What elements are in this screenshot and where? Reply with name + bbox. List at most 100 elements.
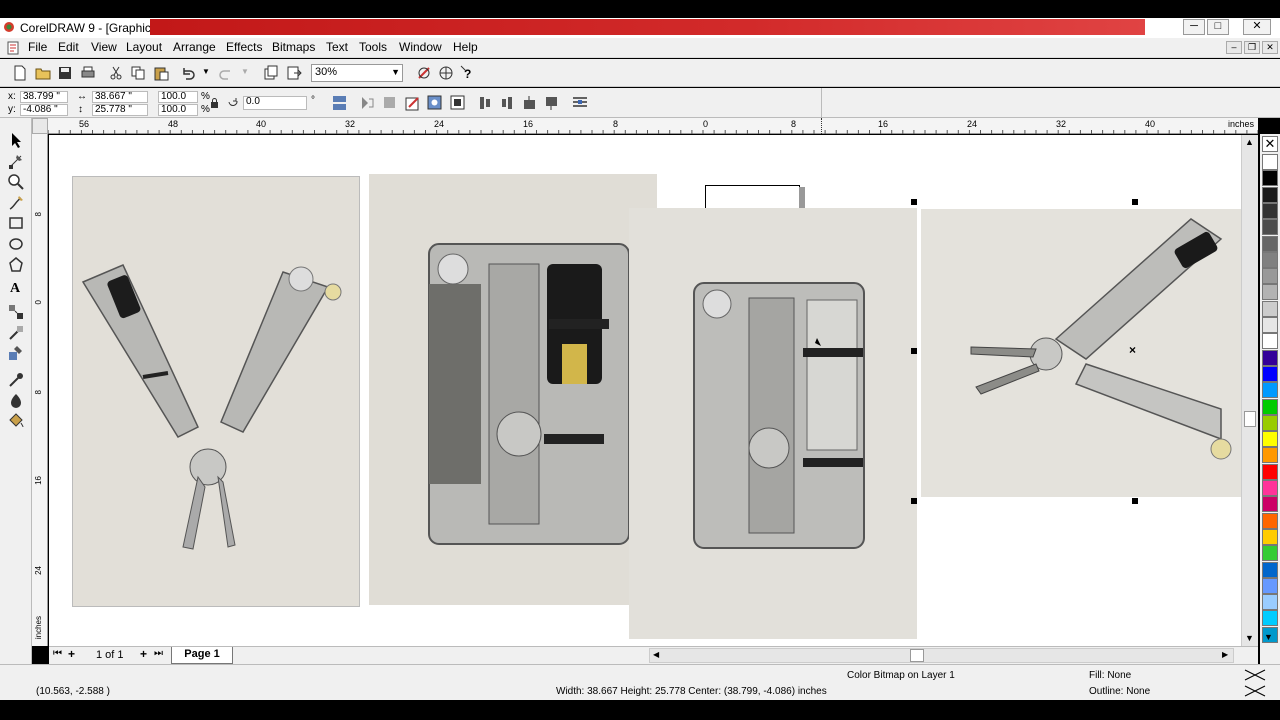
menu-text[interactable]: Text [326,40,348,54]
drawing-canvas[interactable]: × [49,135,1241,646]
polygon-tool-icon[interactable] [7,256,25,274]
zoom-tool-icon[interactable] [7,173,25,191]
color-swatch[interactable] [1262,496,1278,513]
close-button[interactable]: ✕ [1243,19,1271,35]
forward-one-icon[interactable] [522,95,537,111]
copy-icon[interactable] [130,65,146,81]
zoom-dropdown[interactable]: 30% ▼ [311,64,403,82]
hscroll-thumb[interactable] [910,649,924,662]
menu-bitmaps[interactable]: Bitmaps [272,40,315,54]
x-position-field[interactable]: 38.799 " [20,91,68,103]
scroll-thumb[interactable] [1244,411,1256,427]
color-swatch[interactable] [1262,528,1278,545]
horizontal-scrollbar[interactable]: ◀ ▶ [649,648,1234,663]
import-icon[interactable] [263,65,279,81]
color-swatch[interactable] [1262,447,1278,464]
scale-y-field[interactable]: 100.0 [158,104,198,116]
back-one-icon[interactable] [544,95,559,111]
to-front-icon[interactable] [478,95,493,111]
corel-online-icon[interactable] [438,65,454,81]
ruler-origin-button[interactable] [32,118,48,134]
undo-dropdown-icon[interactable]: ▼ [202,67,210,76]
menu-view[interactable]: View [91,40,117,54]
selection-handle-bottom-center[interactable] [1132,498,1138,504]
color-swatch[interactable] [1262,300,1278,317]
color-swatch[interactable] [1262,414,1278,431]
interactive-blend-tool-icon[interactable] [7,303,25,321]
color-swatch[interactable] [1262,349,1278,366]
palette-scroll-down-icon[interactable]: ▼ [1264,632,1273,642]
redo-dropdown-icon[interactable]: ▼ [241,67,249,76]
width-field[interactable]: 38.667 " [92,91,148,103]
selection-handle-middle-left[interactable] [911,348,917,354]
color-swatch[interactable] [1262,545,1278,562]
interactive-transparency-tool-icon[interactable] [7,324,25,342]
whats-this-icon[interactable]: ? [460,65,476,81]
crop-icon[interactable] [382,95,397,111]
doc-minimize-button[interactable]: – [1226,41,1242,54]
last-page-button[interactable]: ⏭ [154,648,163,659]
color-swatch[interactable] [1262,480,1278,496]
color-swatch[interactable] [1262,561,1278,578]
color-swatch[interactable] [1262,268,1278,285]
color-swatch[interactable] [1262,365,1278,382]
document-icon[interactable] [6,41,20,55]
selection-handle-top-center[interactable] [1132,199,1138,205]
bitmap-color-mask-icon[interactable] [450,95,465,111]
page-tab[interactable]: Page 1 [171,647,233,664]
vertical-ruler[interactable]: 8 0 8 16 24 inches [32,134,48,646]
bitmap-photo-3[interactable] [629,208,917,639]
open-icon[interactable] [35,65,51,81]
mirror-icon[interactable] [332,95,347,111]
selection-handle-bottom-left[interactable] [911,498,917,504]
scroll-up-icon[interactable]: ▲ [1245,137,1254,147]
interactive-fill-tool-icon[interactable] [7,344,25,362]
first-page-button[interactable]: ⏮ [53,648,62,659]
edit-bitmap-icon[interactable] [405,95,420,111]
print-icon[interactable] [80,65,96,81]
paste-icon[interactable] [153,65,169,81]
bitmap-photo-4-selected[interactable] [921,209,1241,497]
bitmap-photo-2[interactable] [369,174,657,605]
color-swatch[interactable] [1262,382,1278,399]
horizontal-ruler[interactable]: 56 48 40 32 24 16 8 0 8 16 24 32 40 inch… [32,118,1258,134]
resample-icon[interactable] [427,95,442,111]
color-swatch[interactable] [1262,610,1278,627]
redo-icon[interactable] [218,65,234,81]
color-swatch[interactable] [1262,577,1278,594]
pick-tool-icon[interactable] [7,131,25,149]
minimize-button[interactable]: ─ [1183,19,1205,35]
color-swatch[interactable] [1262,186,1278,203]
cut-icon[interactable] [108,65,124,81]
selection-handle-top-left[interactable] [911,199,917,205]
menu-file[interactable]: File [28,40,47,54]
y-position-field[interactable]: -4.086 " [20,104,68,116]
color-swatch[interactable] [1262,512,1278,529]
wrap-text-icon[interactable] [572,95,588,111]
vertical-scrollbar[interactable]: ▲ ▼ [1241,135,1258,646]
scroll-left-icon[interactable]: ◀ [653,650,659,659]
menu-arrange[interactable]: Arrange [173,40,216,54]
freehand-tool-icon[interactable] [7,194,25,212]
doc-close-button[interactable]: ✕ [1262,41,1278,54]
color-swatch[interactable] [1262,333,1278,350]
outline-tool-icon[interactable] [7,392,25,410]
color-swatch[interactable] [1262,202,1278,219]
color-swatch[interactable] [1262,284,1278,301]
color-swatch[interactable] [1262,170,1278,187]
shape-tool-icon[interactable] [7,152,25,170]
color-swatch[interactable] [1262,463,1278,480]
export-icon[interactable] [286,65,302,81]
color-swatch[interactable] [1262,317,1278,333]
color-swatch[interactable] [1262,594,1278,611]
maximize-button[interactable]: □ [1207,19,1229,35]
menu-help[interactable]: Help [453,40,478,54]
add-page-after-button[interactable]: + [140,647,147,661]
eyedropper-tool-icon[interactable] [7,371,25,389]
color-swatch[interactable] [1262,235,1278,252]
color-swatch[interactable] [1262,398,1278,415]
bitmap-photo-1[interactable] [72,176,360,607]
ellipse-tool-icon[interactable] [7,235,25,253]
color-swatch[interactable] [1262,154,1278,170]
selection-center-marker[interactable]: × [1129,343,1136,357]
